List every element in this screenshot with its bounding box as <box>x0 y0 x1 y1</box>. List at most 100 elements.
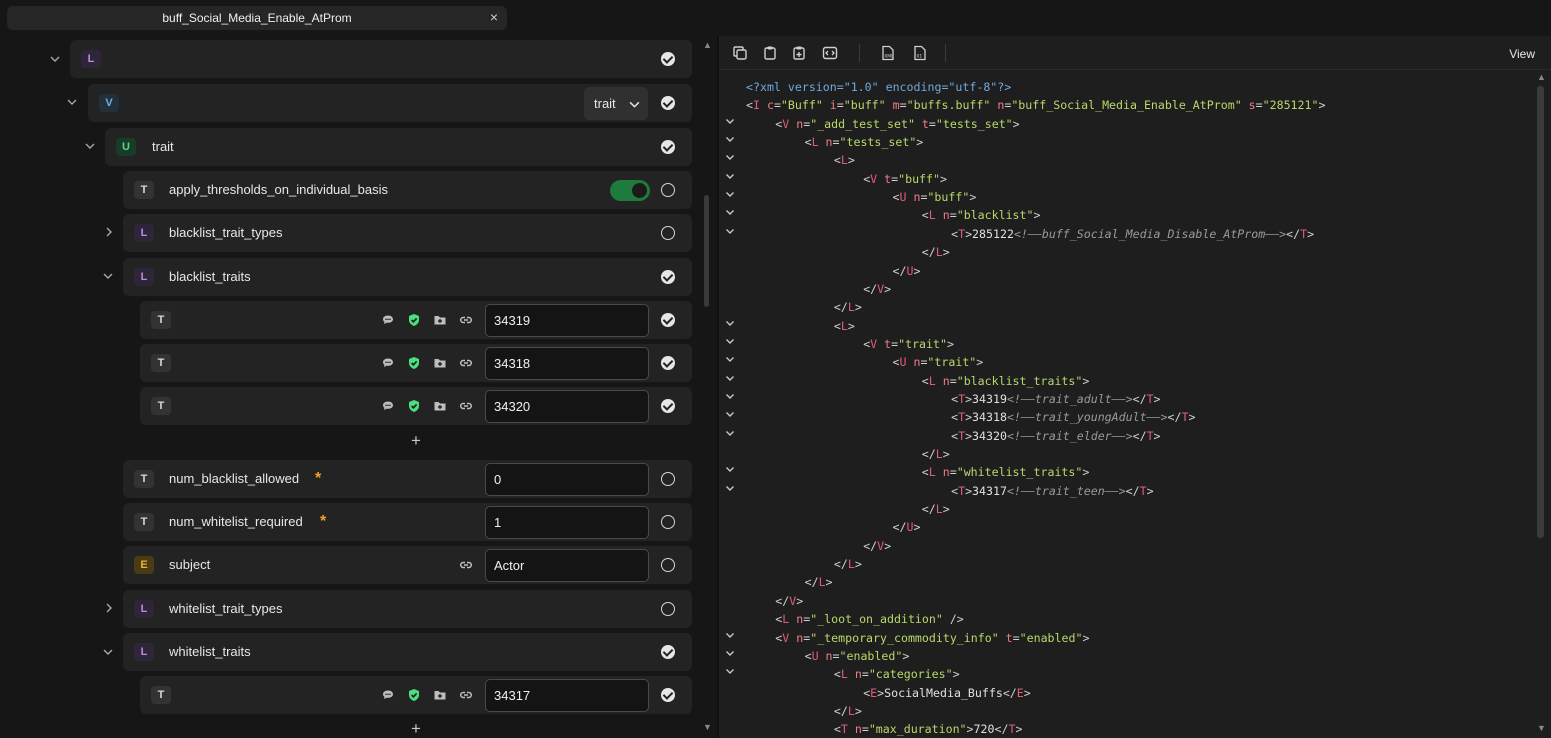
chevron-down-icon[interactable] <box>49 54 61 66</box>
status-checked-icon[interactable] <box>661 688 675 702</box>
scroll-up-arrow[interactable]: ▲ <box>703 40 712 50</box>
tree-row-subject[interactable]: E subject Actor <box>123 546 692 584</box>
shield-check-icon[interactable] <box>407 313 421 327</box>
fold-chevron-icon[interactable] <box>725 335 735 353</box>
chevron-down-icon[interactable] <box>102 271 114 283</box>
xml-scrollbar[interactable] <box>1537 86 1544 538</box>
enum-input[interactable]: Actor <box>485 549 649 582</box>
tree-row-apply-thresholds[interactable]: T apply_thresholds_on_individual_basis <box>123 171 692 209</box>
folder-plus-icon[interactable] <box>433 688 447 702</box>
tree-row-tuple[interactable]: U trait <box>105 128 692 166</box>
status-checked-icon[interactable] <box>661 356 675 370</box>
fold-chevron-icon[interactable] <box>725 170 735 188</box>
shield-check-icon[interactable] <box>407 688 421 702</box>
tree-row-num-whitelist-required[interactable]: T num_whitelist_required * 1 <box>123 503 692 541</box>
xml-file-icon[interactable]: XML <box>880 45 896 61</box>
list-item[interactable]: T 34318 <box>140 344 692 382</box>
value-input[interactable]: 0 <box>485 463 649 496</box>
code-icon[interactable] <box>822 45 838 61</box>
copy-icon[interactable] <box>732 45 748 61</box>
value-input[interactable]: 34318 <box>485 347 649 380</box>
variant-select[interactable]: trait <box>584 87 648 120</box>
shield-check-icon[interactable] <box>407 356 421 370</box>
folder-plus-icon[interactable] <box>433 356 447 370</box>
tree-scrollbar[interactable] <box>704 195 709 307</box>
fold-chevron-icon[interactable] <box>725 115 735 133</box>
list-item[interactable]: T 34317 <box>140 676 692 714</box>
value-input[interactable]: 34319 <box>485 304 649 337</box>
file-tab[interactable]: buff_Social_Media_Enable_AtProm × <box>7 6 507 30</box>
value-input[interactable]: 34320 <box>485 390 649 423</box>
shield-check-icon[interactable] <box>407 399 421 413</box>
fold-chevron-icon[interactable] <box>725 206 735 224</box>
value-input[interactable]: 34317 <box>485 679 649 712</box>
list-item[interactable]: T 34320 <box>140 387 692 425</box>
clipboard-plus-icon[interactable] <box>791 45 807 61</box>
fold-chevron-icon[interactable] <box>725 133 735 151</box>
status-unchecked-icon[interactable] <box>661 472 675 486</box>
comment-icon[interactable] <box>381 688 395 702</box>
status-checked-icon[interactable] <box>661 270 675 284</box>
chevron-right-icon[interactable] <box>103 603 115 615</box>
status-checked-icon[interactable] <box>661 645 675 659</box>
status-checked-icon[interactable] <box>661 52 675 66</box>
link-icon[interactable] <box>459 313 473 327</box>
status-unchecked-icon[interactable] <box>661 602 675 616</box>
link-icon[interactable] <box>459 688 473 702</box>
chevron-down-icon[interactable] <box>66 97 78 109</box>
fold-chevron-icon[interactable] <box>725 629 735 647</box>
fold-chevron-icon[interactable] <box>725 317 735 335</box>
tree-row-root-list[interactable]: L <box>70 40 692 78</box>
scroll-down-arrow[interactable]: ▼ <box>1537 723 1546 733</box>
folder-plus-icon[interactable] <box>433 399 447 413</box>
status-checked-icon[interactable] <box>661 140 675 154</box>
fold-chevron-icon[interactable] <box>725 372 735 390</box>
fold-chevron-icon[interactable] <box>725 427 735 445</box>
link-icon[interactable] <box>459 356 473 370</box>
chevron-down-icon[interactable] <box>102 647 114 659</box>
status-unchecked-icon[interactable] <box>661 558 675 572</box>
close-icon[interactable]: × <box>490 9 498 25</box>
status-checked-icon[interactable] <box>661 313 675 327</box>
fold-chevron-icon[interactable] <box>725 188 735 206</box>
folder-plus-icon[interactable] <box>433 313 447 327</box>
fold-chevron-icon[interactable] <box>725 408 735 426</box>
chevron-right-icon[interactable] <box>103 227 115 239</box>
apply-thresholds-toggle[interactable] <box>610 180 650 201</box>
view-button[interactable]: View <box>1509 47 1535 61</box>
status-unchecked-icon[interactable] <box>661 515 675 529</box>
binary-file-icon[interactable]: 01 <box>912 45 928 61</box>
status-unchecked-icon[interactable] <box>661 183 675 197</box>
tree-row-whitelist-traits[interactable]: L whitelist_traits <box>123 633 692 671</box>
fold-chevron-icon[interactable] <box>725 151 735 169</box>
link-icon[interactable] <box>459 399 473 413</box>
add-item-button[interactable]: + <box>411 719 421 738</box>
tree-row-variant[interactable]: V trait <box>88 84 692 122</box>
link-icon[interactable] <box>459 558 473 572</box>
xml-code-view[interactable]: <?xml version="1.0" encoding="utf-8"?> <I… <box>719 78 1539 738</box>
fold-chevron-icon[interactable] <box>725 225 735 243</box>
scroll-up-arrow[interactable]: ▲ <box>1537 72 1546 82</box>
scroll-down-arrow[interactable]: ▼ <box>703 722 712 732</box>
fold-chevron-icon[interactable] <box>725 482 735 500</box>
value-input[interactable]: 1 <box>485 506 649 539</box>
list-item[interactable]: T 34319 <box>140 301 692 339</box>
fold-chevron-icon[interactable] <box>725 647 735 665</box>
status-checked-icon[interactable] <box>661 96 675 110</box>
clipboard-icon[interactable] <box>762 45 778 61</box>
tree-row-whitelist-trait-types[interactable]: L whitelist_trait_types <box>123 590 692 628</box>
tree-row-blacklist-trait-types[interactable]: L blacklist_trait_types <box>123 214 692 252</box>
tree-row-blacklist-traits[interactable]: L blacklist_traits <box>123 258 692 296</box>
fold-chevron-icon[interactable] <box>725 665 735 683</box>
fold-chevron-icon[interactable] <box>725 353 735 371</box>
add-item-button[interactable]: + <box>411 431 421 451</box>
comment-icon[interactable] <box>381 313 395 327</box>
status-unchecked-icon[interactable] <box>661 226 675 240</box>
tree-row-num-blacklist-allowed[interactable]: T num_blacklist_allowed * 0 <box>123 460 692 498</box>
comment-icon[interactable] <box>381 399 395 413</box>
fold-chevron-icon[interactable] <box>725 463 735 481</box>
chevron-down-icon[interactable] <box>84 141 96 153</box>
comment-icon[interactable] <box>381 356 395 370</box>
fold-chevron-icon[interactable] <box>725 390 735 408</box>
status-checked-icon[interactable] <box>661 399 675 413</box>
